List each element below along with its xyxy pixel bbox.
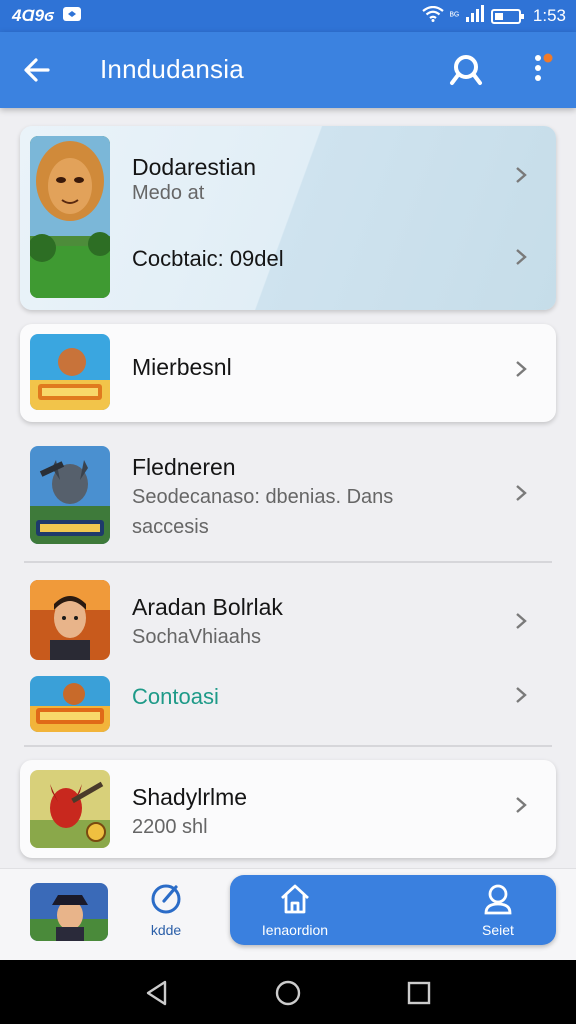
list-item[interactable]: Shadylrlme 2200 shl — [20, 760, 556, 858]
list-item[interactable]: Mierbesnl — [20, 324, 556, 422]
chevron-right-icon — [516, 249, 527, 265]
item-title: Dodarestian — [132, 154, 257, 180]
chevron-right-icon — [516, 797, 527, 813]
item-accent-link[interactable]: Contoasi — [132, 684, 219, 710]
item-subtitle: 2200 shl — [132, 816, 208, 838]
divider — [24, 745, 552, 747]
app-bar: Inndudansia — [0, 32, 576, 108]
tab-home[interactable]: Ienaordion — [250, 883, 340, 938]
nav-recents-icon[interactable] — [402, 976, 436, 1010]
signal-icon — [465, 4, 485, 28]
item-title: Mierbesnl — [132, 354, 232, 380]
network-label: ᴮᴳ — [449, 10, 459, 22]
wifi-icon — [422, 5, 444, 27]
item-title: Shadylrlme — [132, 784, 248, 810]
profile-avatar[interactable] — [30, 883, 108, 941]
app-title: Inndudansia — [100, 54, 244, 84]
home-icon — [281, 884, 309, 914]
chevron-right-icon — [516, 485, 527, 501]
divider — [24, 561, 552, 563]
bottom-nav-pill: Ienaordion Seiet — [230, 875, 556, 945]
game-thumbnail — [30, 136, 110, 298]
status-left-text: 4Ɑ9ϭ — [12, 6, 54, 25]
item-title: Fledneren — [132, 454, 236, 480]
item-subtitle-line2: saccesis — [132, 516, 209, 538]
status-bar: 4Ɑ9ϭ ᴮᴳ 1:53 — [0, 0, 576, 32]
person-icon — [484, 884, 512, 915]
nav-back-icon[interactable] — [140, 976, 174, 1010]
more-vert-icon[interactable] — [526, 52, 556, 88]
chevron-right-icon — [516, 167, 527, 183]
system-navigation-bar — [0, 960, 576, 1024]
search-icon[interactable] — [446, 50, 486, 90]
list-item-featured[interactable]: Dodarestian Medo at Cocbtaic: 09del — [20, 126, 556, 310]
notification-icon — [62, 5, 82, 28]
list-item[interactable]: Aradan Bolrlak SochaVhiaahs Contoasi — [20, 572, 556, 742]
tab-label: kdde — [150, 922, 182, 938]
status-time: 1:53 — [532, 6, 566, 25]
item-subtitle: Seodecanaso: dbenias. Dans — [132, 486, 394, 508]
tab-edit[interactable]: kdde — [140, 881, 192, 947]
game-thumbnail — [30, 334, 110, 410]
chevron-right-icon — [516, 361, 527, 377]
chevron-right-icon — [516, 687, 527, 703]
tab-label: Seiet — [482, 922, 514, 938]
edit-circle-icon — [151, 884, 181, 914]
item-subtitle: SochaVhiaahs — [132, 626, 261, 648]
item-secondary: Cocbtaic: 09del — [132, 246, 284, 271]
game-thumbnail — [30, 770, 110, 848]
bottom-navigation: kdde Ienaordion Seiet — [0, 868, 576, 960]
item-title: Aradan Bolrlak — [132, 594, 283, 620]
game-thumbnail — [30, 676, 110, 732]
tab-label: Ienaordion — [261, 922, 329, 938]
list-item[interactable]: Fledneren Seodecanaso: dbenias. Dans sac… — [20, 436, 556, 560]
nav-home-icon[interactable] — [271, 976, 305, 1010]
battery-icon — [490, 8, 524, 24]
item-subtitle: Medo at — [132, 182, 205, 204]
game-thumbnail — [30, 580, 110, 660]
chevron-right-icon — [516, 613, 527, 629]
tab-profile[interactable]: Seiet — [460, 883, 536, 938]
back-arrow-icon[interactable] — [20, 52, 56, 88]
game-thumbnail — [30, 446, 110, 544]
